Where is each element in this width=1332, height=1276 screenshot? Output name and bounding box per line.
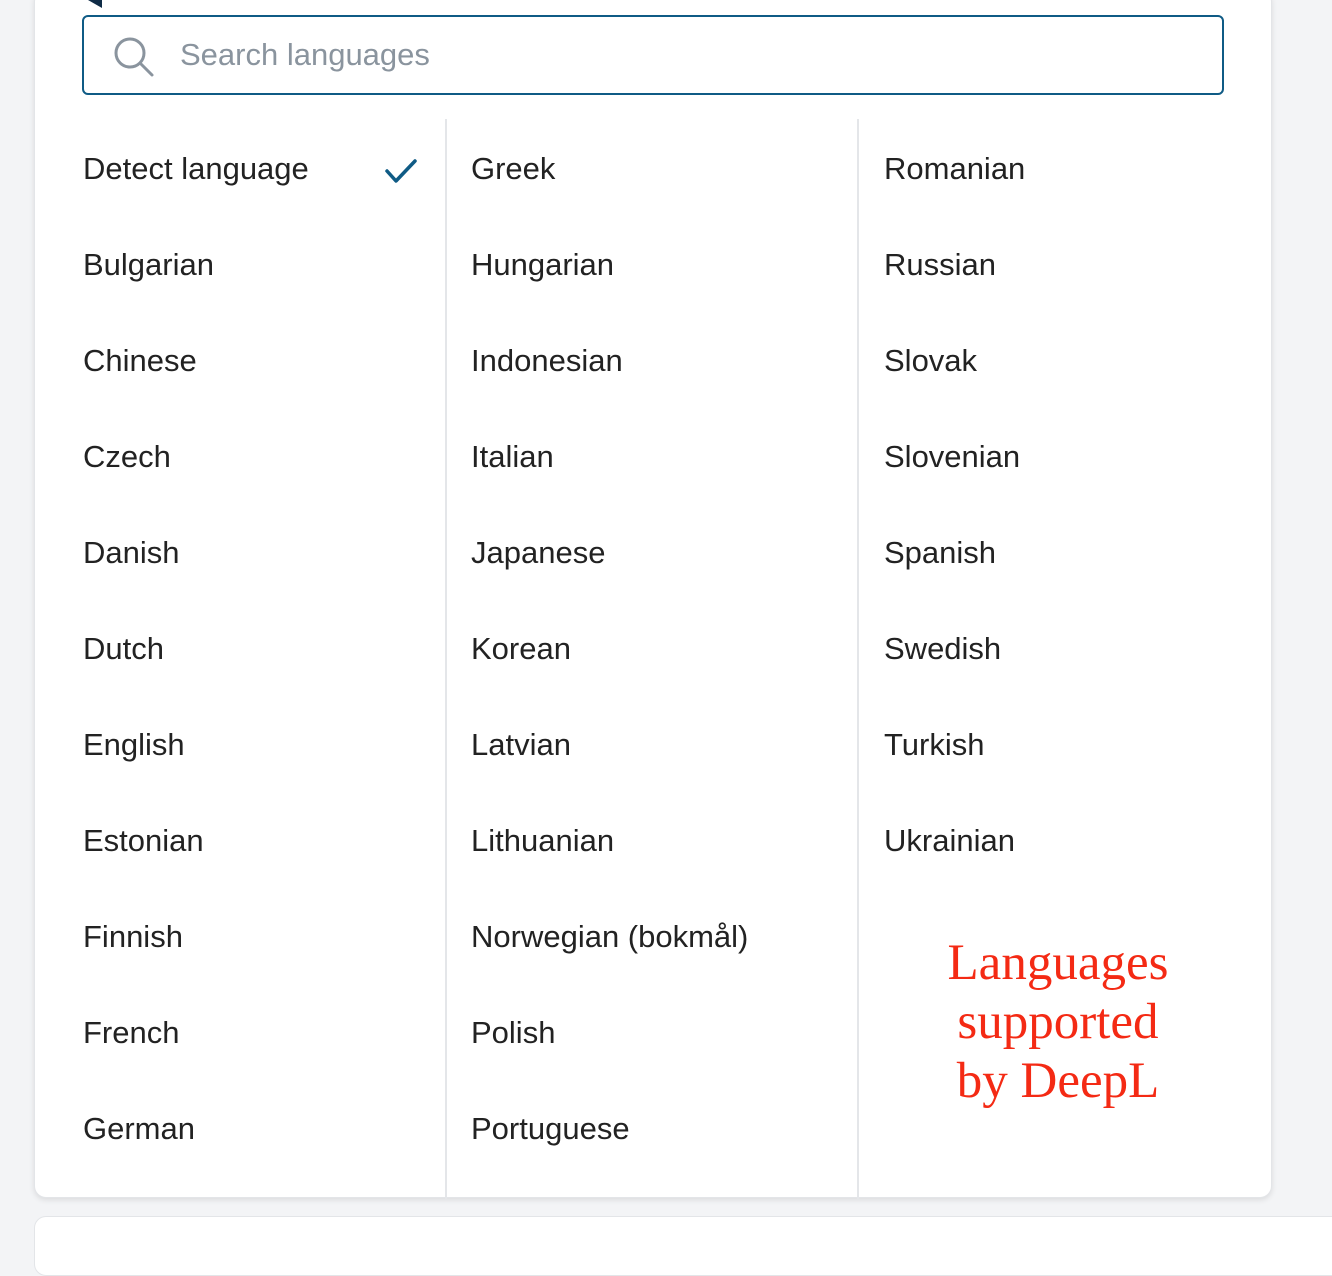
language-option-estonian[interactable]: Estonian: [83, 823, 204, 859]
language-option-detect-language[interactable]: Detect language: [83, 151, 309, 187]
checkmark-icon: [385, 159, 417, 183]
search-icon: [114, 37, 154, 77]
language-option-polish[interactable]: Polish: [471, 1015, 555, 1051]
language-option-czech[interactable]: Czech: [83, 439, 171, 475]
language-option-lithuanian[interactable]: Lithuanian: [471, 823, 614, 859]
language-option-swedish[interactable]: Swedish: [884, 631, 1001, 667]
language-option-latvian[interactable]: Latvian: [471, 727, 571, 763]
language-option-russian[interactable]: Russian: [884, 247, 996, 283]
language-option-english[interactable]: English: [83, 727, 185, 763]
language-option-slovenian[interactable]: Slovenian: [884, 439, 1020, 475]
language-option-italian[interactable]: Italian: [471, 439, 554, 475]
search-box[interactable]: [82, 15, 1224, 95]
language-option-slovak[interactable]: Slovak: [884, 343, 977, 379]
language-option-dutch[interactable]: Dutch: [83, 631, 164, 667]
language-option-french[interactable]: French: [83, 1015, 179, 1051]
language-option-norwegian-bokm-l[interactable]: Norwegian (bokmål): [471, 919, 748, 955]
bottom-card: [34, 1216, 1332, 1276]
language-option-spanish[interactable]: Spanish: [884, 535, 996, 571]
language-option-turkish[interactable]: Turkish: [884, 727, 984, 763]
language-option-japanese[interactable]: Japanese: [471, 535, 605, 571]
language-option-hungarian[interactable]: Hungarian: [471, 247, 614, 283]
language-option-german[interactable]: German: [83, 1111, 195, 1147]
language-option-indonesian[interactable]: Indonesian: [471, 343, 623, 379]
language-option-greek[interactable]: Greek: [471, 151, 555, 187]
language-option-romanian[interactable]: Romanian: [884, 151, 1025, 187]
dropdown-pointer: [88, 0, 102, 8]
language-option-finnish[interactable]: Finnish: [83, 919, 183, 955]
column-divider: [445, 119, 447, 1199]
language-option-portuguese[interactable]: Portuguese: [471, 1111, 630, 1147]
language-option-danish[interactable]: Danish: [83, 535, 180, 571]
column-divider: [857, 119, 859, 1199]
language-option-korean[interactable]: Korean: [471, 631, 571, 667]
language-option-ukrainian[interactable]: Ukrainian: [884, 823, 1015, 859]
annotation-text: Languages supported by DeepL: [947, 935, 1169, 1109]
language-option-bulgarian[interactable]: Bulgarian: [83, 247, 214, 283]
search-input[interactable]: [180, 17, 1200, 93]
language-option-chinese[interactable]: Chinese: [83, 343, 197, 379]
